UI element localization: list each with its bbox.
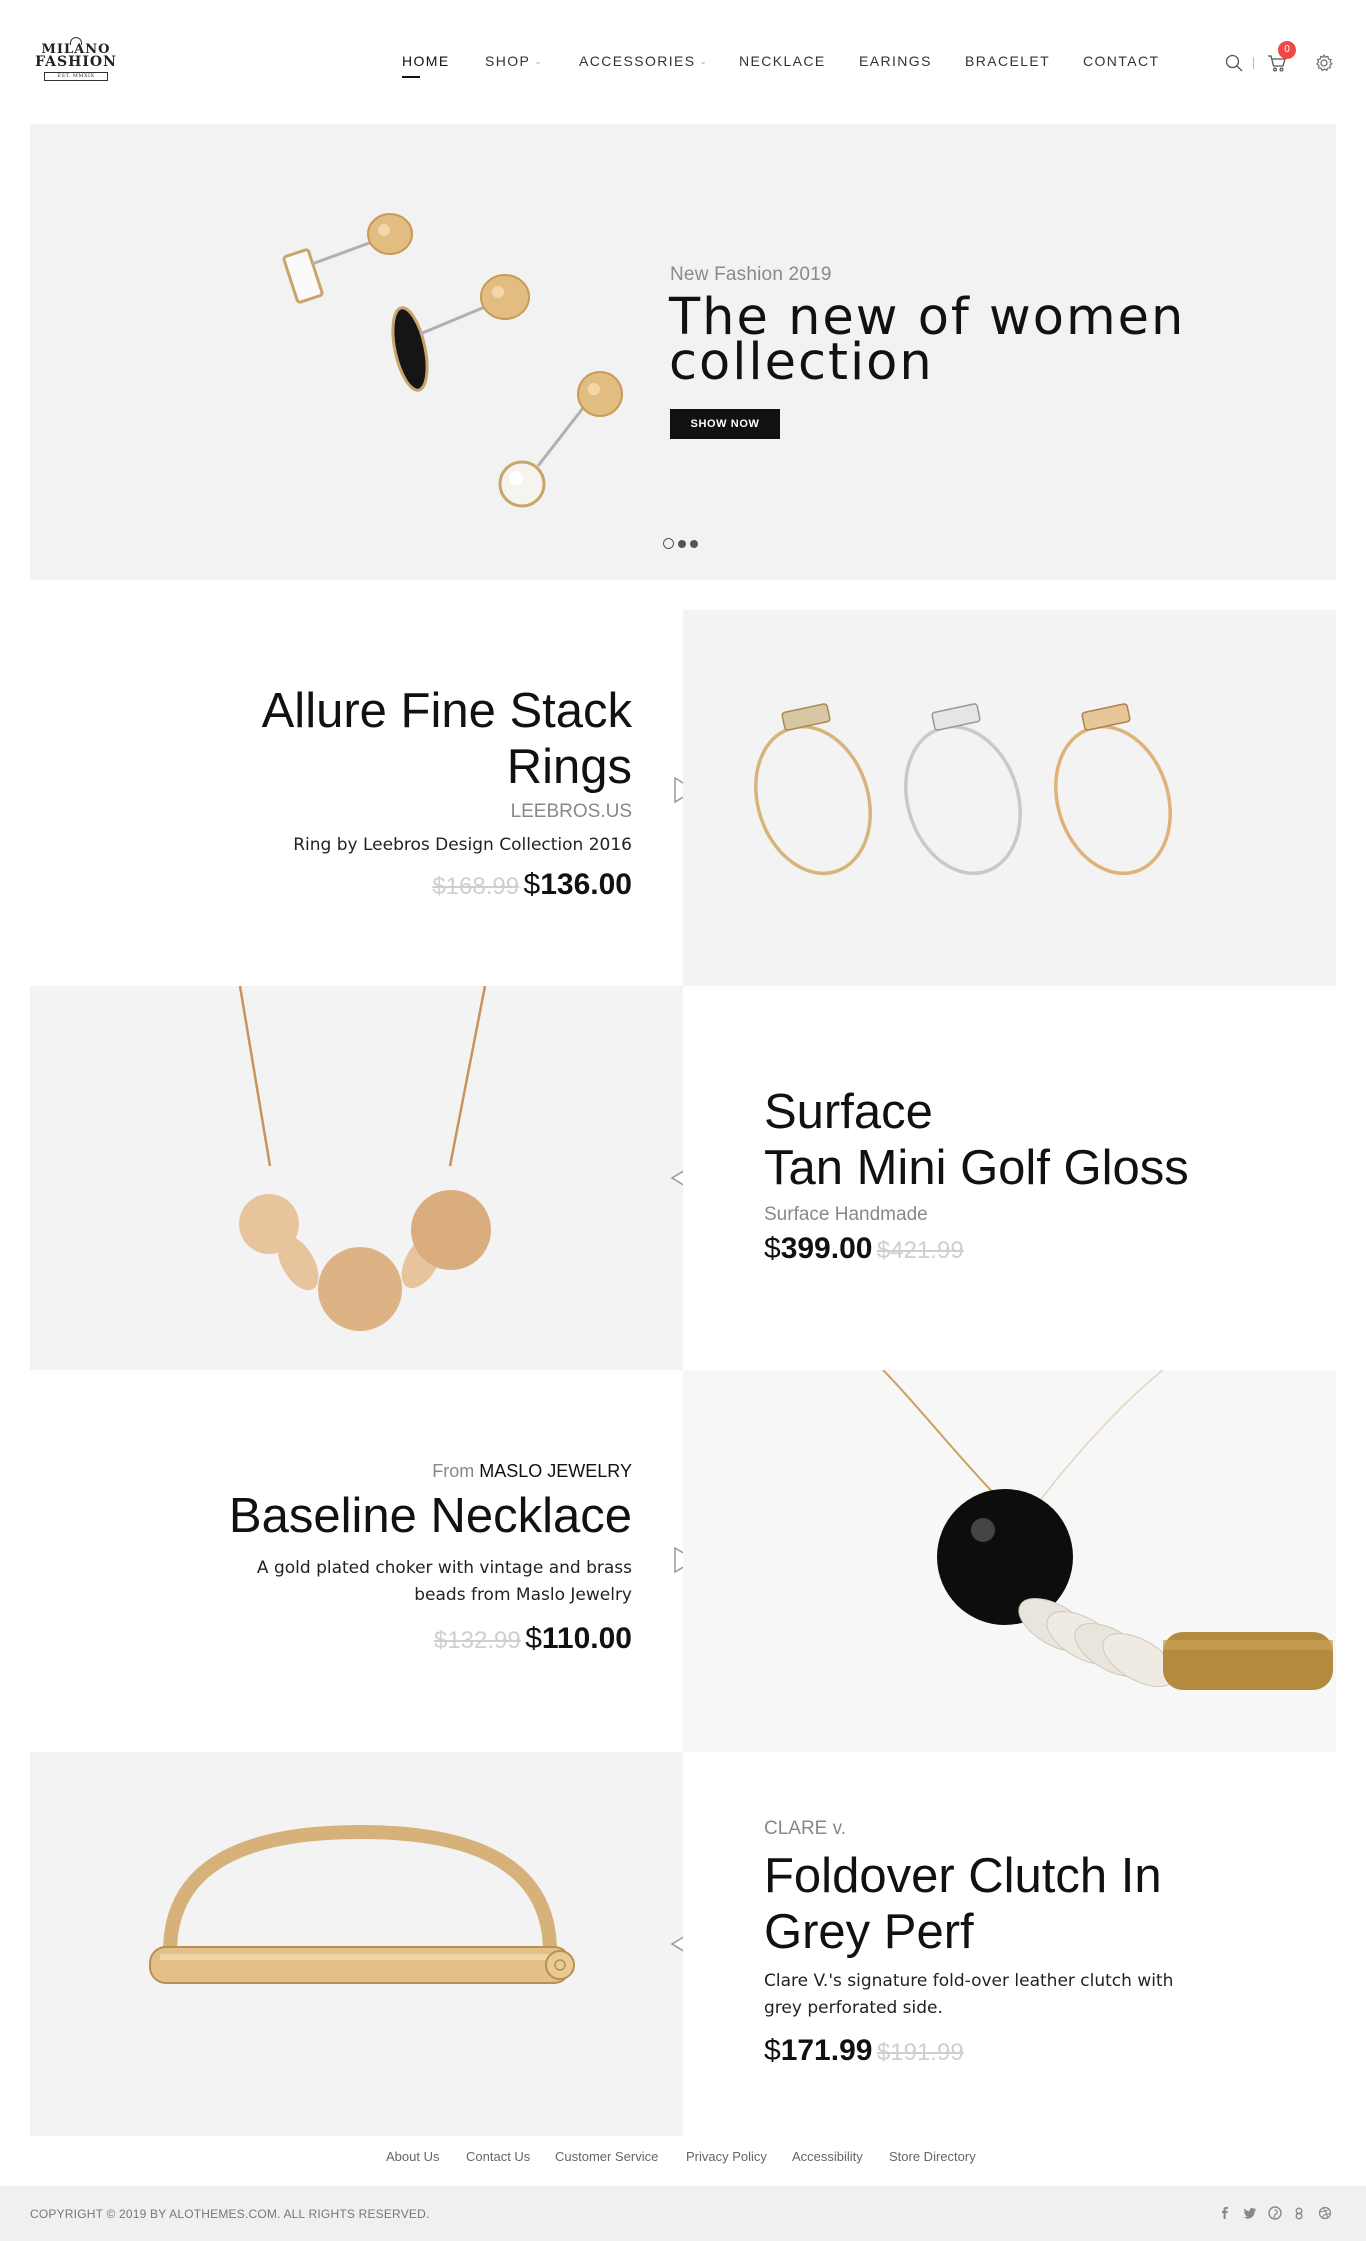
product-baseline-necklace: From MASLO JEWELRY Baseline Necklace A g… xyxy=(30,1370,1336,1752)
footer-link-contact[interactable]: Contact Us xyxy=(466,2149,530,2164)
rings-image xyxy=(754,703,1172,876)
product-clutch-info: CLARE v. Foldover Clutch In Grey Perf Cl… xyxy=(683,1752,1336,2136)
product-baseline-image xyxy=(683,1370,1336,1752)
nav-earings-label: EARINGS xyxy=(859,53,932,69)
nav-home[interactable]: HOME xyxy=(402,53,450,78)
nav-necklace-label: NECKLACE xyxy=(739,53,826,69)
bottom-bar: COPYRIGHT © 2019 BY ALOTHEMES.COM. ALL R… xyxy=(0,2186,1366,2241)
nav-contact-label: CONTACT xyxy=(1083,53,1160,69)
product-rings-info: Allure Fine Stack Rings LEEBROS.US Ring … xyxy=(30,610,683,986)
footer-link-customer-service[interactable]: Customer Service xyxy=(555,2149,658,2164)
currency-symbol: $ xyxy=(523,868,541,901)
old-price: $132.99 xyxy=(433,1627,521,1654)
product-clutch-image xyxy=(30,1752,683,2136)
chevron-down-icon: ⌄ xyxy=(534,56,544,66)
product-rings: Allure Fine Stack Rings LEEBROS.US Ring … xyxy=(30,610,1336,986)
product-price: $168.99 $136.00 xyxy=(432,868,632,902)
logo-line-3: EST. MMXIX xyxy=(44,72,108,81)
currency-symbol: $ xyxy=(764,2034,781,2067)
product-brand: LEEBROS.US xyxy=(510,801,632,822)
bead-necklace-image xyxy=(238,986,491,1331)
product-price: $171.99 $191.99 xyxy=(764,2034,964,2068)
from-label: From xyxy=(432,1461,475,1481)
product-brand: Surface Handmade xyxy=(764,1204,928,1225)
site-logo[interactable]: MILANO FASHION EST. MMXIX xyxy=(30,37,122,90)
product-desc: A gold plated choker with vintage and br… xyxy=(256,1558,632,1605)
nav-shop-label: SHOP xyxy=(485,53,531,69)
old-price: $191.99 xyxy=(876,2039,964,2066)
footer-links: About Us Contact Us Customer Service Pri… xyxy=(0,2149,1366,2169)
product-from: From MASLO JEWELRY xyxy=(432,1461,632,1482)
footer-link-privacy[interactable]: Privacy Policy xyxy=(686,2149,767,2164)
old-price: $168.99 xyxy=(432,873,520,900)
choker-image xyxy=(882,1370,1333,1690)
nav-bracelet[interactable]: BRACELET xyxy=(965,53,1050,69)
hero-subtitle: New Fashion 2019 xyxy=(670,264,832,285)
product-brand: CLARE v. xyxy=(764,1818,847,1839)
bracelet-image xyxy=(149,1824,575,1984)
nav-home-label: HOME xyxy=(402,53,450,69)
product-price: $132.99 $110.00 xyxy=(434,1622,632,1656)
current-price: 171.99 xyxy=(780,2034,873,2067)
product-title[interactable]: Allure Fine Stack Rings xyxy=(132,683,632,795)
gear-icon[interactable] xyxy=(1314,53,1334,73)
footer-link-accessibility[interactable]: Accessibility xyxy=(792,2149,863,2164)
product-desc: Clare V.'s signature fold-over leather c… xyxy=(764,1971,1174,2018)
old-price: $421.99 xyxy=(876,1237,964,1264)
google-plus-icon[interactable] xyxy=(1293,2206,1307,2220)
product-brand: MASLO JEWELRY xyxy=(479,1461,632,1481)
product-title[interactable]: Foldover Clutch In Grey Perf xyxy=(764,1848,1204,1960)
nav-earings[interactable]: EARINGS xyxy=(859,53,932,69)
hero-title: The new of women collection xyxy=(669,288,1186,392)
icon-divider xyxy=(1253,57,1254,69)
earrings-image xyxy=(282,213,623,508)
footer-link-store-directory[interactable]: Store Directory xyxy=(889,2149,976,2164)
current-price: 110.00 xyxy=(541,1622,632,1655)
footer-link-about[interactable]: About Us xyxy=(386,2149,439,2164)
twitter-icon[interactable] xyxy=(1243,2206,1257,2220)
nav-contact[interactable]: CONTACT xyxy=(1083,53,1159,69)
product-title[interactable]: Surface Tan Mini Golf Gloss xyxy=(764,1084,1324,1196)
logo-line-2: FASHION xyxy=(35,54,117,70)
slider-dot-2[interactable] xyxy=(678,540,686,548)
product-rings-image xyxy=(683,610,1336,986)
slider-dot-1[interactable] xyxy=(663,538,674,549)
product-foldover-clutch: CLARE v. Foldover Clutch In Grey Perf Cl… xyxy=(30,1752,1336,2136)
nav-accessories-label: ACCESSORIES xyxy=(579,53,696,69)
slider-dot-3[interactable] xyxy=(690,540,698,548)
nav-shop[interactable]: SHOP ⌄ xyxy=(485,53,543,69)
product-necklace-surface: Surface Tan Mini Golf Gloss Surface Hand… xyxy=(30,986,1336,1370)
cart-count-badge: 0 xyxy=(1278,41,1296,59)
site-header: MILANO FASHION EST. MMXIX HOME SHOP ⌄ ACC… xyxy=(0,0,1366,124)
copyright-text: COPYRIGHT © 2019 BY ALOTHEMES.COM. ALL R… xyxy=(30,2207,430,2221)
product-surface-info: Surface Tan Mini Golf Gloss Surface Hand… xyxy=(683,986,1336,1370)
dribbble-icon[interactable] xyxy=(1318,2206,1332,2220)
current-price: 399.00 xyxy=(780,1232,873,1265)
product-title-line-2: Tan Mini Golf Gloss xyxy=(764,1141,1189,1195)
product-surface-image xyxy=(30,986,683,1370)
product-title-line-1: Surface xyxy=(764,1085,933,1139)
search-icon[interactable] xyxy=(1224,53,1244,73)
chevron-down-icon: ⌄ xyxy=(699,56,709,66)
product-price: $399.00 $421.99 xyxy=(764,1232,964,1266)
nav-accessories[interactable]: ACCESSORIES ⌄ xyxy=(579,53,709,69)
product-baseline-info: From MASLO JEWELRY Baseline Necklace A g… xyxy=(30,1370,683,1752)
product-desc: Ring by Leebros Design Collection 2016 xyxy=(293,835,632,855)
product-title[interactable]: Baseline Necklace xyxy=(72,1488,632,1544)
currency-symbol: $ xyxy=(525,1622,542,1655)
hero-slider: New Fashion 2019 The new of women collec… xyxy=(30,124,1336,580)
show-now-button[interactable]: SHOW NOW xyxy=(670,409,780,439)
facebook-icon[interactable] xyxy=(1218,2206,1232,2220)
nav-bracelet-label: BRACELET xyxy=(965,53,1051,69)
current-price: 136.00 xyxy=(540,868,632,901)
pinterest-icon[interactable] xyxy=(1268,2206,1282,2220)
nav-necklace[interactable]: NECKLACE xyxy=(739,53,826,69)
currency-symbol: $ xyxy=(764,1232,781,1265)
crown-icon xyxy=(70,37,82,45)
